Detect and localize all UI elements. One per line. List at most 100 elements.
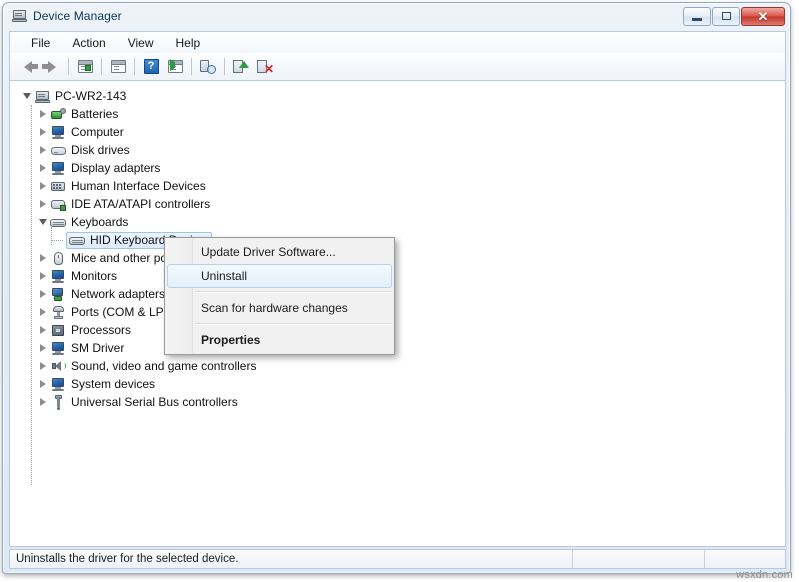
tree-item-ports[interactable]: Ports (COM & LPT)	[10, 303, 785, 321]
toolbar-separator	[134, 58, 135, 75]
expand-toggle-monitors[interactable]	[36, 267, 50, 285]
window-title: Device Manager	[33, 9, 122, 23]
chevron-right-icon	[40, 110, 46, 118]
processor-icon	[50, 323, 67, 338]
tree-root-node[interactable]: PC-WR2-143	[10, 87, 785, 105]
tree-item-sound-controllers[interactable]: Sound, video and game controllers	[10, 357, 785, 375]
context-menu-item-update-driver-software[interactable]: Update Driver Software...	[167, 240, 392, 264]
show-action-pane-button[interactable]	[163, 56, 187, 78]
device-manager-window: Device Manager ✕ File Action View Help ?…	[2, 2, 791, 574]
expand-toggle-disk-drives[interactable]	[36, 141, 50, 159]
expand-toggle-ide[interactable]	[36, 195, 50, 213]
title-bar[interactable]: Device Manager	[3, 3, 790, 29]
device-tree-pane[interactable]: PC-WR2-143 Batteries Computer Disk drive…	[9, 81, 786, 547]
keyboard-icon	[69, 233, 86, 248]
menu-bar: File Action View Help	[9, 31, 786, 53]
expand-toggle-hid[interactable]	[36, 177, 50, 195]
back-button[interactable]	[16, 56, 40, 78]
computer-icon	[50, 125, 67, 140]
tree-item-sm-driver[interactable]: SM Driver	[10, 339, 785, 357]
menu-action[interactable]: Action	[61, 34, 116, 52]
forward-button[interactable]	[40, 56, 64, 78]
tree-guide-line	[51, 240, 63, 241]
expand-toggle-sound[interactable]	[36, 357, 50, 375]
status-bar: Uninstalls the driver for the selected d…	[9, 549, 786, 569]
tree-item-monitors[interactable]: Monitors	[10, 267, 785, 285]
tree-item-label: Network adapters	[71, 287, 166, 301]
tree-item-system-devices[interactable]: System devices	[10, 375, 785, 393]
status-cell-2	[572, 550, 704, 568]
maximize-button[interactable]	[712, 6, 740, 26]
disk-drive-icon	[50, 143, 67, 158]
expand-toggle-computer[interactable]	[36, 123, 50, 141]
console-tree-icon	[77, 60, 93, 73]
tree-item-usb-controllers[interactable]: Universal Serial Bus controllers	[10, 393, 785, 411]
expand-toggle-sm-driver[interactable]	[36, 339, 50, 357]
context-menu: Update Driver Software... Uninstall Scan…	[164, 237, 395, 355]
tree-item-label: Universal Serial Bus controllers	[71, 395, 238, 409]
tree-item-label: Batteries	[71, 107, 119, 121]
tree-item-network-adapters[interactable]: Network adapters	[10, 285, 785, 303]
minimize-button[interactable]	[683, 6, 711, 26]
properties-icon	[110, 60, 126, 73]
tree-item-ide-controllers[interactable]: IDE ATA/ATAPI controllers	[10, 195, 785, 213]
chevron-right-icon	[40, 308, 46, 316]
context-menu-item-scan-for-hardware-changes[interactable]: Scan for hardware changes	[167, 296, 392, 320]
expand-toggle-keyboards[interactable]	[36, 213, 50, 231]
tree-item-mice[interactable]: Mice and other pointing devices	[10, 249, 785, 267]
properties-button[interactable]	[106, 56, 130, 78]
expand-toggle-processors[interactable]	[36, 321, 50, 339]
toolbar-separator	[191, 58, 192, 75]
tree-guide-line	[51, 227, 52, 245]
chevron-right-icon	[40, 272, 46, 280]
expand-toggle-root[interactable]	[20, 87, 34, 105]
minimize-icon	[692, 17, 702, 21]
network-adapter-icon	[50, 287, 67, 302]
show-hide-console-tree-button[interactable]	[73, 56, 97, 78]
toolbar-separator	[224, 58, 225, 75]
tree-item-batteries[interactable]: Batteries	[10, 105, 785, 123]
context-menu-item-uninstall[interactable]: Uninstall	[167, 264, 392, 288]
expand-toggle-network-adapters[interactable]	[36, 285, 50, 303]
monitor-icon	[50, 269, 67, 284]
expand-toggle-system-devices[interactable]	[36, 375, 50, 393]
uninstall-device-button[interactable]: ✕	[253, 56, 277, 78]
expand-toggle-usb[interactable]	[36, 393, 50, 411]
help-button[interactable]: ?	[139, 56, 163, 78]
scan-hardware-icon	[200, 59, 216, 74]
tree-item-keyboards[interactable]: Keyboards	[10, 213, 785, 231]
tree-item-disk-drives[interactable]: Disk drives	[10, 141, 785, 159]
port-icon	[50, 305, 67, 320]
expand-toggle-batteries[interactable]	[36, 105, 50, 123]
menu-file[interactable]: File	[20, 34, 61, 52]
tree-item-hid-keyboard-device[interactable]: HID Keyboard Device	[10, 227, 785, 249]
computer-icon	[50, 341, 67, 356]
menu-view[interactable]: View	[117, 34, 165, 52]
chevron-right-icon	[40, 182, 46, 190]
menu-help[interactable]: Help	[165, 34, 212, 52]
expand-toggle-ports[interactable]	[36, 303, 50, 321]
tree-item-label: Human Interface Devices	[71, 179, 206, 193]
status-message: Uninstalls the driver for the selected d…	[16, 553, 239, 565]
tree-item-label: Disk drives	[71, 143, 130, 157]
tree-item-processors[interactable]: Processors	[10, 321, 785, 339]
chevron-right-icon	[40, 290, 46, 298]
tree-item-display-adapters[interactable]: Display adapters	[10, 159, 785, 177]
device-tree: PC-WR2-143 Batteries Computer Disk drive…	[10, 81, 785, 485]
display-adapter-icon	[50, 161, 67, 176]
toolbar: ? ✕	[9, 53, 786, 81]
tree-item-computer[interactable]: Computer	[10, 123, 785, 141]
computer-icon	[50, 377, 67, 392]
context-menu-item-properties[interactable]: Properties	[167, 328, 392, 352]
watermark: wsxdn.com	[736, 569, 793, 581]
help-icon: ?	[143, 59, 159, 74]
tree-item-label: Computer	[71, 125, 124, 139]
tree-item-human-interface-devices[interactable]: Human Interface Devices	[10, 177, 785, 195]
update-driver-button[interactable]	[229, 56, 253, 78]
keyboard-icon	[50, 215, 67, 230]
scan-for-hardware-changes-button[interactable]	[196, 56, 220, 78]
arrow-left-icon	[24, 60, 38, 73]
expand-toggle-display-adapters[interactable]	[36, 159, 50, 177]
close-button[interactable]: ✕	[741, 6, 785, 26]
expand-toggle-mice[interactable]	[36, 249, 50, 267]
